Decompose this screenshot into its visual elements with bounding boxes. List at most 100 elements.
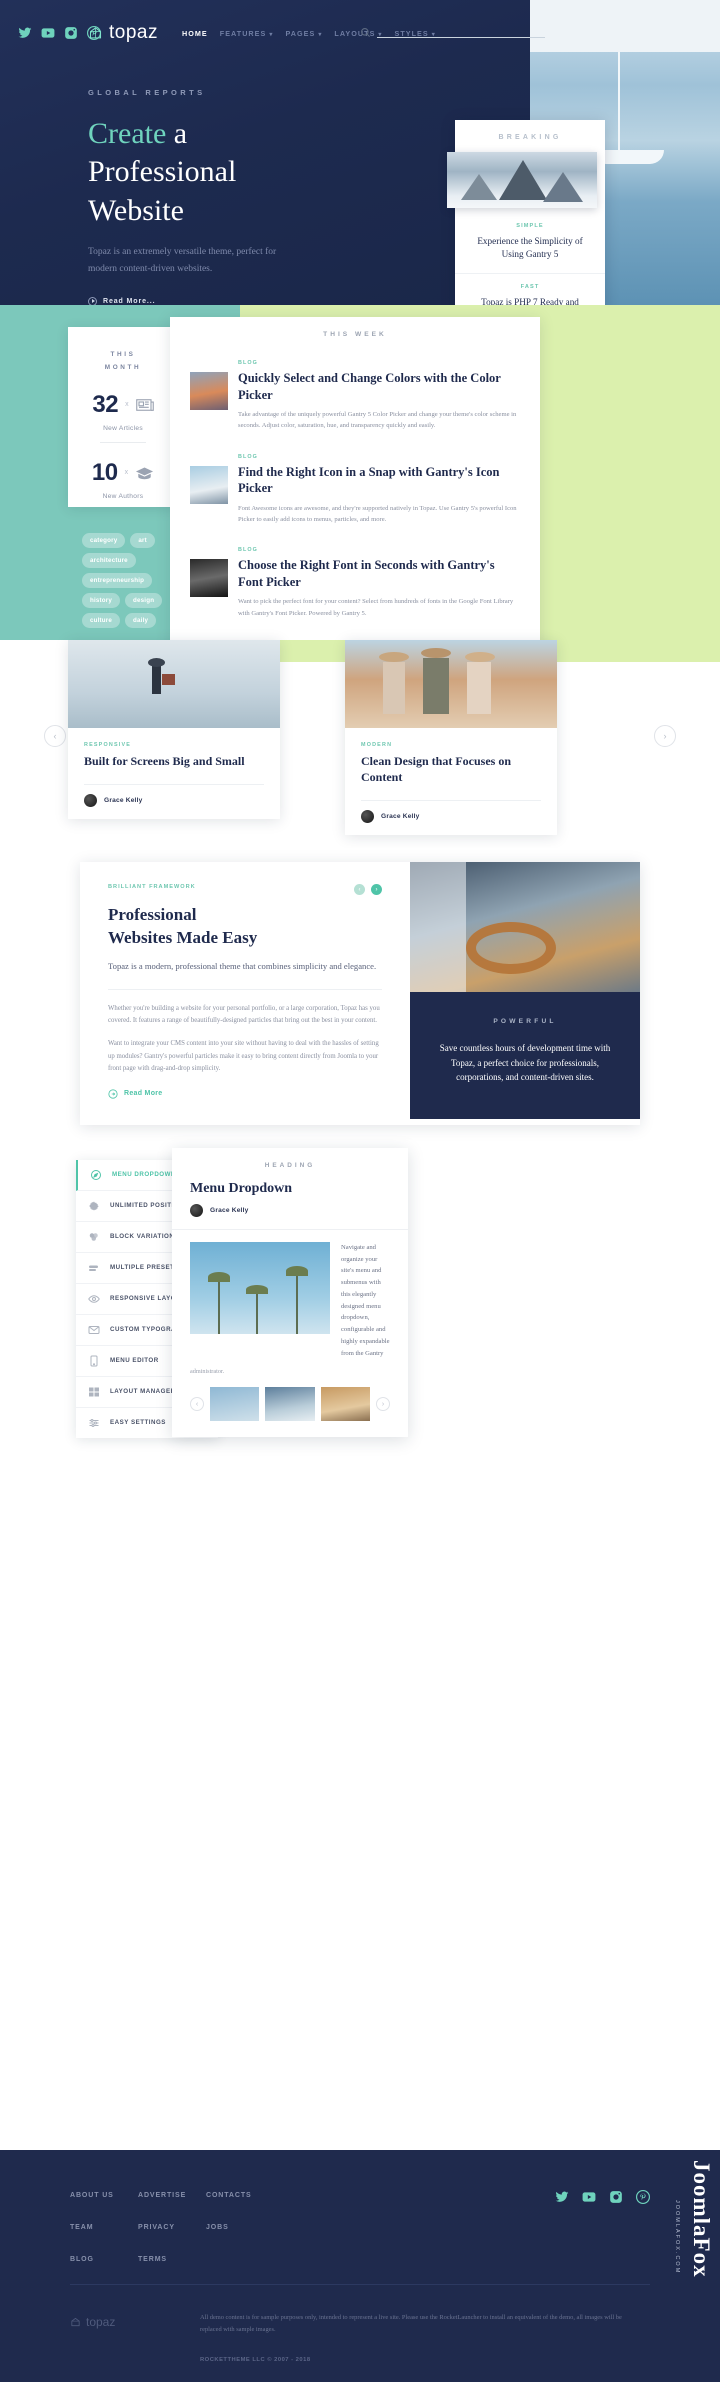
- thumbnail-item[interactable]: [265, 1387, 315, 1422]
- content-section-this-week: THIS MONTH 32 x New Articles 10 x New Au…: [0, 305, 720, 655]
- tag-item[interactable]: entrepreneurship: [82, 573, 153, 588]
- topbar-light-panel: [530, 0, 720, 52]
- hero-section: topaz HOME FEATURES ▾ PAGES ▾ LAYOUTS ▾ STY…: [0, 0, 720, 305]
- feature-text-column: BRILLIANT FRAMEWORK ‹ › Professional Web…: [80, 862, 410, 1125]
- feature-paragraph-2: Want to integrate your CMS content into …: [108, 1040, 379, 1072]
- search-bar[interactable]: [360, 26, 545, 38]
- footer-link-about-us[interactable]: ABOUT US: [70, 2192, 138, 2199]
- footer-link-privacy[interactable]: PRIVACY: [138, 2224, 206, 2231]
- gem-icon: [71, 2317, 80, 2326]
- mobile-icon: [88, 1355, 100, 1367]
- post-excerpt: Want to pick the perfect font for your c…: [238, 598, 514, 617]
- twitter-icon[interactable]: [18, 26, 32, 40]
- post-item[interactable]: BLOG Find the Right Icon in a Snap with …: [190, 446, 520, 540]
- tag-item[interactable]: culture: [82, 613, 121, 628]
- carousel-prev-button[interactable]: ‹: [44, 725, 66, 747]
- instagram-icon[interactable]: [609, 2190, 623, 2204]
- footer-link-terms[interactable]: TERMS: [138, 2256, 206, 2263]
- tag-item[interactable]: design: [125, 593, 163, 608]
- heading-card-divider: [172, 1229, 408, 1230]
- feature-heading: Professional Websites Made Easy: [108, 904, 382, 950]
- graduation-cap-icon: [136, 467, 154, 479]
- pinterest-icon[interactable]: [636, 2190, 650, 2204]
- list-item-label: LAYOUT MANAGER: [110, 1388, 176, 1396]
- footer-link-contacts[interactable]: CONTACTS: [206, 2192, 286, 2199]
- heading-card-footer-text: administrator.: [190, 1368, 225, 1376]
- stat-row-articles: 32 x: [68, 391, 178, 419]
- brand-logo[interactable]: topaz: [88, 22, 158, 44]
- twitter-icon[interactable]: [555, 2190, 569, 2204]
- heading-card-author[interactable]: Grace Kelly: [190, 1204, 390, 1217]
- card-author[interactable]: Grace Kelly: [84, 793, 264, 807]
- thumbs-next-button[interactable]: ›: [375, 1397, 390, 1412]
- footer-link-blog[interactable]: BLOG: [70, 2256, 138, 2263]
- feature-nav-buttons[interactable]: ‹ ›: [354, 884, 382, 895]
- nav-item-home[interactable]: HOME: [178, 29, 212, 38]
- footer-link-team[interactable]: TEAM: [70, 2224, 138, 2231]
- tag-item[interactable]: art: [130, 533, 155, 548]
- grid-icon: [88, 1386, 100, 1398]
- footer-brand[interactable]: topaz: [70, 2315, 115, 2329]
- hero-title-rest: a: [166, 117, 188, 150]
- powerful-text: Save countless hours of development time…: [439, 1043, 611, 1083]
- feature-card[interactable]: MODERN Clean Design that Focuses on Cont…: [345, 640, 557, 835]
- card-tag: MODERN: [361, 742, 393, 748]
- carousel-next-button[interactable]: ›: [654, 725, 676, 747]
- gem-icon: [89, 26, 102, 38]
- footer-copyright: ROCKETTHEME LLC © 2007 - 2018: [200, 2357, 311, 2363]
- avatar: [190, 1204, 203, 1217]
- read-more-button[interactable]: Read More...: [88, 296, 155, 305]
- tag-item[interactable]: category: [82, 533, 126, 548]
- tag-item[interactable]: architecture: [82, 553, 136, 568]
- heading-card-title: Menu Dropdown: [190, 1181, 293, 1196]
- card-image-person-beach: [68, 640, 280, 728]
- feature-heading-line2: Websites Made Easy: [108, 927, 258, 947]
- post-headline[interactable]: Choose the Right Font in Seconds with Ga…: [238, 557, 520, 590]
- card-headline[interactable]: Clean Design that Focuses on Content: [361, 754, 541, 786]
- image-cards-carousel: ‹ › RESPONSIVE Built for Screens Big and…: [0, 640, 720, 848]
- feature-read-more-button[interactable]: Read More: [108, 1089, 382, 1099]
- feature-divider: [108, 989, 382, 991]
- search-icon[interactable]: [360, 27, 371, 38]
- avatar: [361, 809, 374, 823]
- footer-link-advertise[interactable]: ADVERTISE: [138, 2192, 206, 2199]
- footer-link-jobs[interactable]: JOBS: [206, 2224, 286, 2231]
- post-thumbnail: [190, 465, 228, 504]
- feature-card[interactable]: RESPONSIVE Built for Screens Big and Sma…: [68, 640, 280, 819]
- post-headline[interactable]: Quickly Select and Change Colors with th…: [238, 370, 520, 403]
- brand-name: topaz: [109, 22, 158, 43]
- feature-image-boat-rope: [410, 862, 640, 992]
- tag-item[interactable]: history: [82, 593, 121, 608]
- chevron-left-icon[interactable]: ‹: [354, 884, 365, 895]
- post-item[interactable]: BLOG Choose the Right Font in Seconds wi…: [190, 539, 520, 633]
- search-input[interactable]: [377, 26, 545, 38]
- instagram-icon[interactable]: [64, 26, 78, 40]
- chevron-right-icon[interactable]: ›: [371, 884, 382, 895]
- tag-cloud[interactable]: category art architecture entrepreneursh…: [82, 533, 187, 628]
- feature-kicker: BRILLIANT FRAMEWORK: [108, 884, 196, 890]
- card-tag: RESPONSIVE: [84, 742, 132, 748]
- breaking-item[interactable]: SIMPLE Experience the Simplicity of Usin…: [455, 213, 605, 275]
- youtube-icon[interactable]: [41, 26, 55, 40]
- thumbs-prev-button[interactable]: ‹: [190, 1397, 204, 1412]
- nav-item-features[interactable]: FEATURES ▾: [216, 29, 278, 38]
- card-divider: [84, 783, 264, 785]
- footer-links[interactable]: ABOUT US ADVERTISE CONTACTS TEAM PRIVACY…: [70, 2192, 286, 2263]
- breaking-item[interactable]: FAST Topaz is PHP 7 Ready and Optimized …: [455, 274, 605, 305]
- tag-item[interactable]: daily: [125, 613, 157, 628]
- footer-social-links[interactable]: [555, 2190, 650, 2204]
- card-author[interactable]: Grace Kelly: [361, 809, 541, 823]
- youtube-icon[interactable]: [582, 2190, 596, 2204]
- nav-item-pages[interactable]: PAGES ▾: [281, 29, 326, 38]
- post-item[interactable]: BLOG Quickly Select and Change Colors wi…: [190, 352, 520, 446]
- thumbnail-carousel[interactable]: ‹ ›: [190, 1387, 390, 1422]
- feature-paragraph-1: Whether you're building a website for yo…: [108, 1005, 380, 1025]
- post-headline[interactable]: Find the Right Icon in a Snap with Gantr…: [238, 464, 520, 497]
- rope-shape: [466, 922, 556, 974]
- card-headline[interactable]: Built for Screens Big and Small: [84, 754, 264, 770]
- thumbnail-item[interactable]: [210, 1387, 260, 1422]
- stat-number: 10: [91, 458, 118, 486]
- arrow-circle-right-icon: [108, 1089, 118, 1099]
- thumbnail-item[interactable]: [320, 1387, 370, 1422]
- author-name: Grace Kelly: [381, 812, 420, 820]
